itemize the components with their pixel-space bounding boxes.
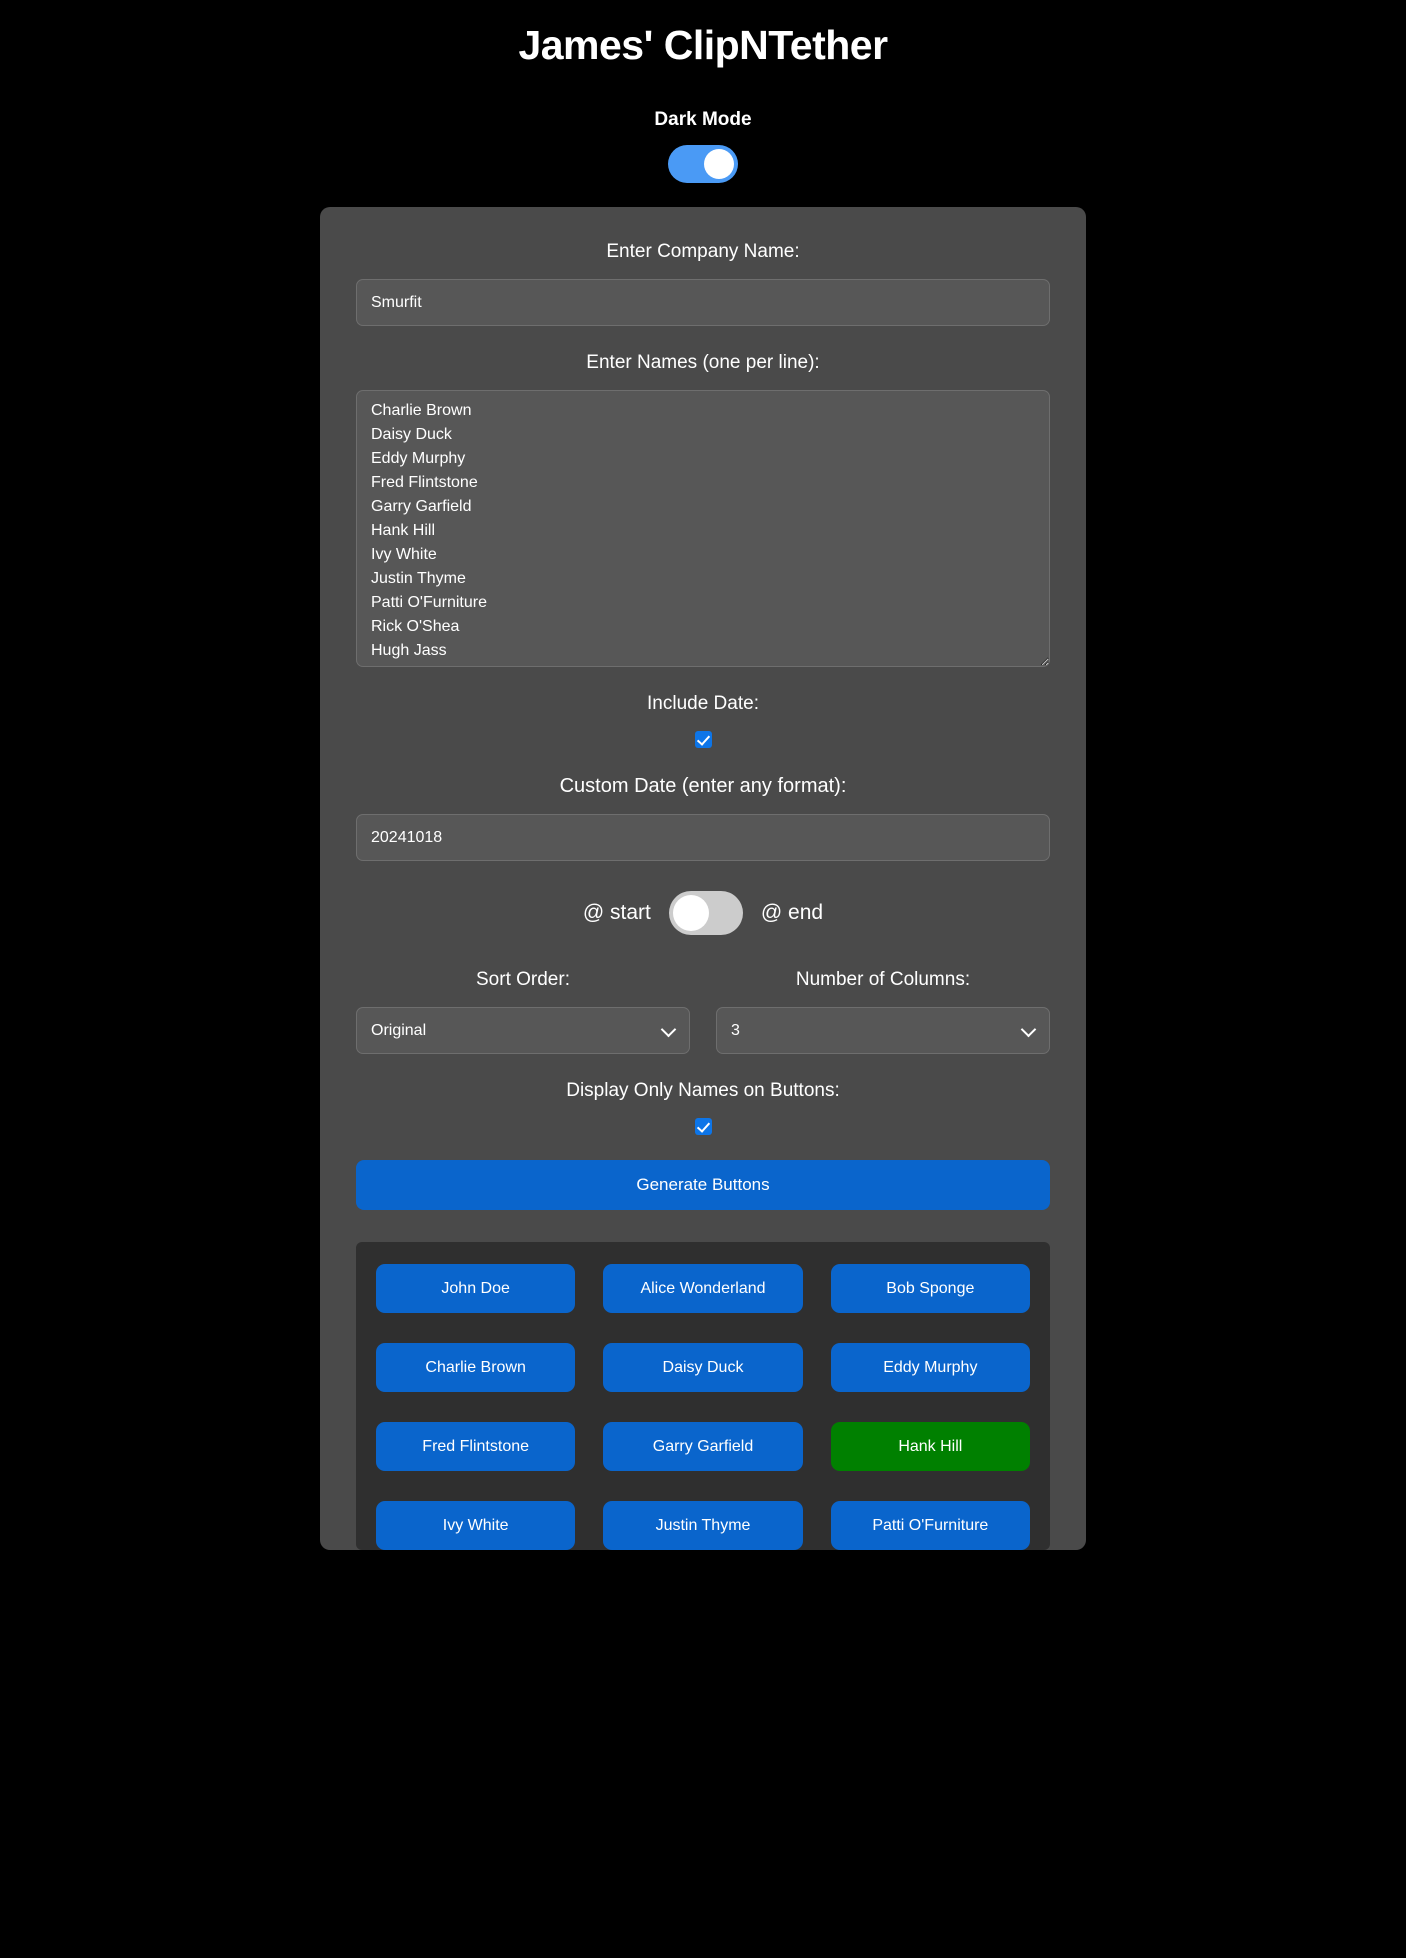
date-position-end-label: @ end <box>760 901 824 924</box>
name-button[interactable]: Alice Wonderland <box>603 1264 803 1313</box>
custom-date-input[interactable] <box>356 814 1050 861</box>
company-name-field-group: Enter Company Name: <box>356 241 1050 326</box>
date-position-toggle-knob <box>672 895 709 931</box>
name-button[interactable]: Eddy Murphy <box>830 1343 1030 1392</box>
name-button[interactable]: Bob Sponge <box>830 1264 1030 1313</box>
dark-mode-section: Dark Mode <box>0 109 1406 183</box>
names-textarea[interactable]: Charlie Brown Daisy Duck Eddy Murphy Fre… <box>356 390 1050 667</box>
name-button[interactable]: Justin Thyme <box>603 1501 803 1550</box>
company-name-label: Enter Company Name: <box>606 241 800 262</box>
date-position-toggle[interactable] <box>668 891 743 935</box>
date-position-group: @ start @ end <box>356 891 1050 935</box>
date-position-start-label: @ start <box>582 901 651 924</box>
dark-mode-toggle[interactable] <box>668 145 738 183</box>
include-date-group: Include Date: <box>356 693 1050 749</box>
name-button[interactable]: Patti O'Furniture <box>830 1501 1030 1550</box>
company-name-input[interactable] <box>356 279 1050 326</box>
sort-and-columns-row: Sort Order: Original Number of Columns: … <box>356 969 1050 1054</box>
dark-mode-label: Dark Mode <box>654 109 752 130</box>
generate-buttons-button[interactable]: Generate Buttons <box>356 1160 1050 1210</box>
names-field-group: Enter Names (one per line): Charlie Brow… <box>356 352 1050 667</box>
name-button[interactable]: Ivy White <box>376 1501 576 1550</box>
names-label: Enter Names (one per line): <box>586 352 820 373</box>
dark-mode-toggle-knob <box>704 149 734 179</box>
columns-label: Number of Columns: <box>795 969 971 990</box>
sort-order-label: Sort Order: <box>476 969 570 990</box>
name-button[interactable]: Charlie Brown <box>376 1343 576 1392</box>
name-button[interactable]: Garry Garfield <box>603 1422 803 1471</box>
custom-date-group: Custom Date (enter any format): <box>356 775 1050 861</box>
columns-select-wrap: 3 <box>716 1007 1050 1054</box>
name-button[interactable]: Fred Flintstone <box>376 1422 576 1471</box>
main-form-card: Enter Company Name: Enter Names (one per… <box>320 207 1086 1550</box>
page-title: James' ClipNTether <box>518 22 888 68</box>
generated-buttons-grid: John Doe Alice Wonderland Bob Sponge Charli… <box>356 1242 1050 1550</box>
columns-group: Number of Columns: 3 <box>716 969 1050 1054</box>
display-only-names-group: Display Only Names on Buttons: <box>356 1080 1050 1136</box>
include-date-label: Include Date: <box>647 693 759 714</box>
name-button[interactable]: Daisy Duck <box>603 1343 803 1392</box>
display-only-names-checkbox[interactable] <box>694 1118 712 1136</box>
columns-select[interactable]: 3 <box>716 1007 1050 1054</box>
sort-order-select-wrap: Original <box>356 1007 690 1054</box>
name-button[interactable]: Hank Hill <box>830 1422 1030 1471</box>
custom-date-label: Custom Date (enter any format): <box>559 775 847 797</box>
sort-order-group: Sort Order: Original <box>356 969 690 1054</box>
name-button[interactable]: John Doe <box>376 1264 576 1313</box>
sort-order-select[interactable]: Original <box>356 1007 690 1054</box>
display-only-names-label: Display Only Names on Buttons: <box>566 1080 840 1101</box>
include-date-checkbox[interactable] <box>694 731 712 749</box>
